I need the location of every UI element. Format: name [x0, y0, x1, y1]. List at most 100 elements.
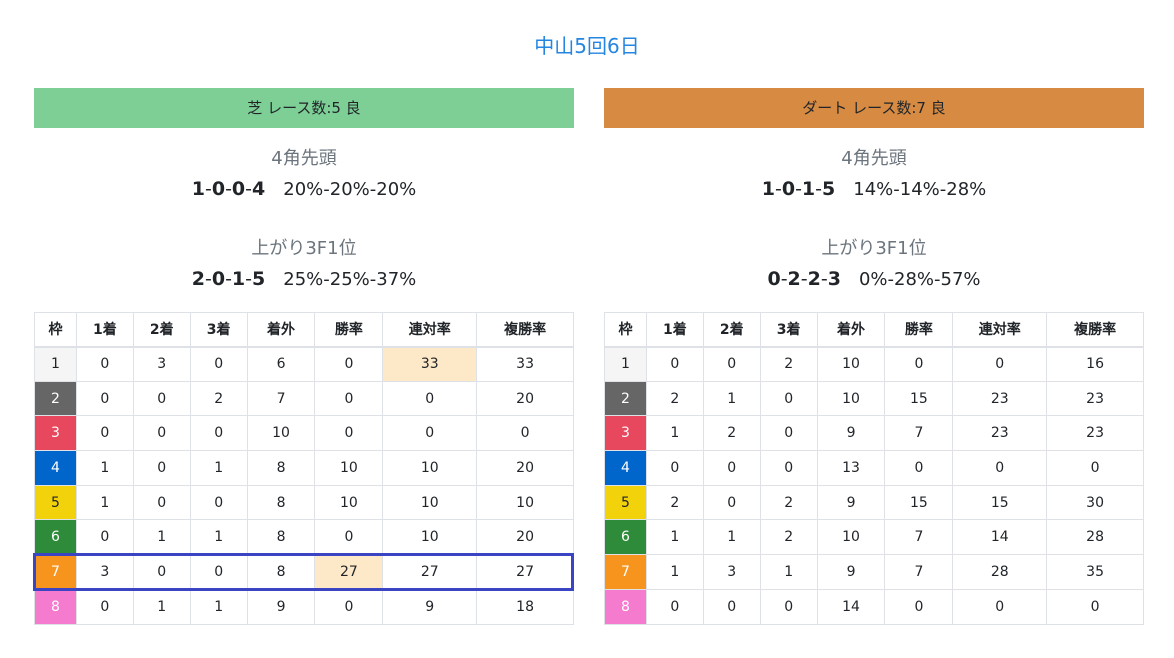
- dirt-last3f-stats: 0-2-2-3 0%-28%-57%: [604, 264, 1144, 294]
- cell-second: 3: [702, 554, 761, 590]
- cell-show-rate: 33: [476, 346, 574, 382]
- cell-frame: 5: [604, 484, 647, 521]
- cell-frame: 2: [604, 380, 647, 417]
- column-header-unplaced: 着外: [246, 312, 316, 348]
- cell-third: 0: [759, 415, 818, 452]
- cell-first: 3: [75, 554, 134, 590]
- cell-unplaced: 7: [246, 380, 316, 417]
- cell-third: 0: [759, 450, 818, 486]
- cell-show-rate: 0: [1046, 588, 1144, 625]
- table-row: 8 0 0 0 14 0 0 0: [604, 588, 1144, 625]
- cell-quinella-rate: 27: [382, 554, 478, 590]
- cell-show-rate: 27: [476, 554, 574, 590]
- cell-second: 1: [702, 380, 761, 417]
- cell-third: 2: [189, 380, 248, 417]
- cell-quinella-rate: 23: [952, 415, 1048, 452]
- cell-first: 0: [645, 346, 704, 382]
- table-row: 6 0 1 1 8 0 10 20: [34, 519, 574, 556]
- record-separator: -: [774, 178, 782, 200]
- cell-frame: 7: [34, 554, 77, 590]
- table-row: 3 0 0 0 10 0 0 0: [34, 415, 574, 452]
- cell-third: 0: [189, 346, 248, 382]
- cell-first: 0: [645, 450, 704, 486]
- cell-third: 1: [189, 450, 248, 486]
- cell-unplaced: 14: [816, 588, 886, 625]
- column-header-unplaced: 着外: [816, 312, 886, 348]
- record-count: 0: [231, 178, 246, 200]
- cell-win-rate: 0: [314, 588, 384, 625]
- cell-quinella-rate: 33: [382, 346, 478, 382]
- cell-second: 2: [702, 415, 761, 452]
- table-row: 2 0 0 2 7 0 0 20: [34, 380, 574, 417]
- table-header-row: 枠 1着 2着 3着 着外 勝率 連対率 複勝率: [604, 312, 1144, 348]
- cell-second: 0: [702, 450, 761, 486]
- record-count: 3: [827, 268, 841, 290]
- cell-frame: 8: [34, 588, 77, 625]
- cell-unplaced: 10: [816, 519, 886, 556]
- cell-third: 0: [759, 588, 818, 625]
- cell-frame: 6: [604, 519, 647, 556]
- cell-unplaced: 10: [816, 380, 886, 417]
- cell-third: 1: [759, 554, 818, 590]
- cell-first: 2: [645, 484, 704, 521]
- record-separator: -: [204, 268, 212, 290]
- record-count: 0: [211, 268, 226, 290]
- cell-first: 1: [75, 450, 134, 486]
- table-row: 7 1 3 1 9 7 28 35: [604, 554, 1144, 590]
- cell-show-rate: 20: [476, 380, 574, 417]
- record-separator: -: [225, 178, 232, 200]
- cell-frame: 1: [604, 346, 647, 382]
- cell-show-rate: 28: [1046, 519, 1144, 556]
- table-row: 8 0 1 1 9 0 9 18: [34, 588, 574, 625]
- record-count: 2: [807, 268, 821, 290]
- dirt-last3f-label: 上がり3F1位: [821, 238, 927, 259]
- table-row: 1 0 0 2 10 0 0 16: [604, 346, 1144, 382]
- cell-unplaced: 8: [246, 554, 316, 590]
- cell-second: 0: [132, 554, 191, 590]
- cell-quinella-rate: 28: [952, 554, 1048, 590]
- cell-win-rate: 0: [884, 346, 954, 382]
- cell-quinella-rate: 0: [952, 588, 1048, 625]
- record-separator: -: [245, 178, 253, 200]
- cell-first: 1: [645, 415, 704, 452]
- cell-frame: 2: [34, 380, 77, 417]
- record-count: 0: [211, 178, 226, 200]
- record-count: 5: [822, 178, 836, 200]
- cell-show-rate: 20: [476, 519, 574, 556]
- cell-unplaced: 10: [246, 415, 316, 452]
- cell-show-rate: 16: [1046, 346, 1144, 382]
- cell-win-rate: 7: [884, 415, 954, 452]
- cell-show-rate: 0: [476, 415, 574, 452]
- cell-unplaced: 9: [816, 484, 886, 521]
- cell-second: 0: [702, 588, 761, 625]
- cell-win-rate: 0: [314, 346, 384, 382]
- cell-first: 0: [75, 346, 134, 382]
- cell-third: 1: [189, 588, 248, 625]
- cell-frame: 4: [604, 450, 647, 486]
- cell-unplaced: 13: [816, 450, 886, 486]
- turf-last3f-label: 上がり3F1位: [251, 238, 357, 259]
- table-row: 6 1 1 2 10 7 14 28: [604, 519, 1144, 556]
- dirt-corner-lead-pct: 14%-14%-28%: [853, 179, 987, 200]
- cell-unplaced: 10: [816, 346, 886, 382]
- cell-show-rate: 35: [1046, 554, 1144, 590]
- table-row: 1 0 3 0 6 0 33 33: [34, 346, 574, 382]
- table-header-row: 枠 1着 2着 3着 着外 勝率 連対率 複勝率: [34, 312, 574, 348]
- record-count: 0: [767, 268, 781, 290]
- turf-frame-table: 枠 1着 2着 3着 着外 勝率 連対率 複勝率 1 0 3 0 6 0 33 33 2 0 0 2 7 0 0 20 3 0 0…: [34, 312, 574, 625]
- table-row: 7 3 0 0 8 27 27 27: [34, 554, 574, 590]
- cell-second: 0: [702, 346, 761, 382]
- record-separator: -: [225, 268, 232, 290]
- column-header-first: 1着: [75, 312, 134, 348]
- record-separator: -: [204, 178, 212, 200]
- turf-last3f-stats: 2-0-1-5 25%-25%-37%: [34, 264, 574, 294]
- cell-win-rate: 0: [884, 588, 954, 625]
- cell-unplaced: 8: [246, 519, 316, 556]
- cell-quinella-rate: 0: [952, 450, 1048, 486]
- cell-win-rate: 0: [314, 415, 384, 452]
- record-count: 5: [252, 268, 266, 290]
- cell-first: 1: [645, 519, 704, 556]
- record-separator: -: [820, 268, 828, 290]
- record-separator: -: [815, 178, 823, 200]
- turf-last3f-pct: 25%-25%-37%: [283, 269, 417, 290]
